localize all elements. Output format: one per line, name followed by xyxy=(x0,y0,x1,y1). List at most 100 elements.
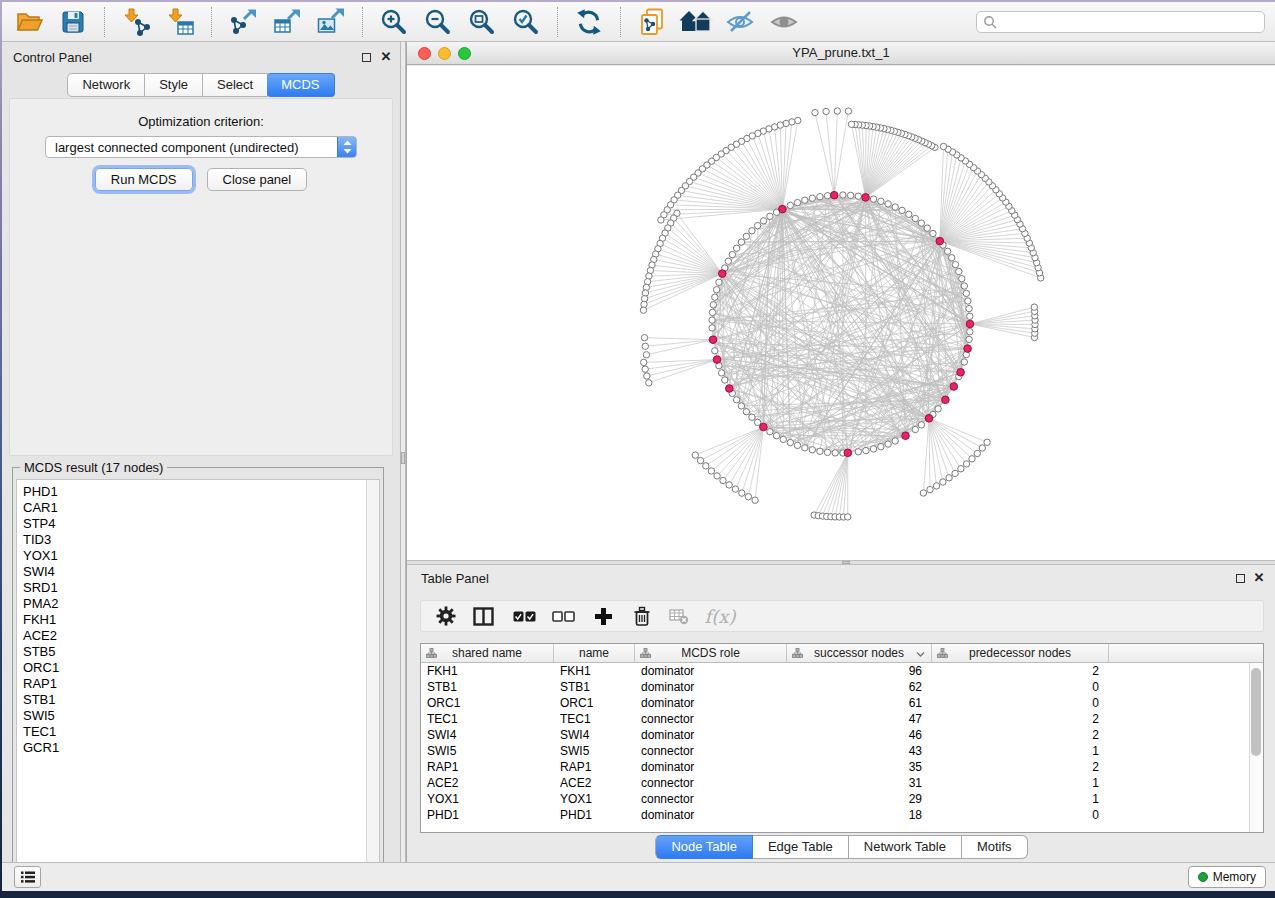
table-row[interactable]: ACE2ACE2connector311 xyxy=(421,775,1263,791)
table-scrollbar-thumb[interactable] xyxy=(1251,668,1261,756)
table-row[interactable]: SWI4SWI4dominator462 xyxy=(421,727,1263,743)
optimization-criterion-dropdown[interactable]: largest connected component (undirected) xyxy=(45,136,357,158)
deselect-all-button[interactable] xyxy=(543,602,583,630)
panel-layout-icon xyxy=(473,607,494,626)
import-table-icon xyxy=(165,7,195,37)
delete-table-button[interactable] xyxy=(661,602,697,630)
panel-layout-button[interactable] xyxy=(461,602,505,630)
tab-network-table[interactable]: Network Table xyxy=(849,835,962,859)
tab-edge-table[interactable]: Edge Table xyxy=(753,835,849,859)
mcds-result-item[interactable]: STB5 xyxy=(23,644,379,660)
save-session-button[interactable] xyxy=(56,5,90,39)
network-title: YPA_prune.txt_1 xyxy=(792,45,889,60)
open-file-button[interactable] xyxy=(12,5,46,39)
table-row[interactable]: STB1STB1dominator620 xyxy=(421,679,1263,695)
refresh-button[interactable] xyxy=(572,5,606,39)
mcds-result-item[interactable]: TID3 xyxy=(23,532,379,548)
mcds-result-item[interactable]: PHD1 xyxy=(23,484,379,500)
import-network-button[interactable] xyxy=(119,5,153,39)
zoom-selected-button[interactable] xyxy=(509,5,543,39)
delete-column-button[interactable] xyxy=(623,602,661,630)
table-panel-float-button[interactable] xyxy=(1234,572,1246,584)
column-header-MCDS-role[interactable]: MCDS role xyxy=(635,644,787,662)
table-header: shared namenameMCDS rolesuccessor nodesp… xyxy=(421,644,1263,663)
mcds-result-item[interactable]: CAR1 xyxy=(23,500,379,516)
float-panel-button[interactable] xyxy=(360,51,372,63)
mcds-result-item[interactable]: ORC1 xyxy=(23,660,379,676)
table-row[interactable]: PHD1PHD1dominator180 xyxy=(421,807,1263,823)
add-column-button[interactable] xyxy=(583,602,623,630)
tab-mcds[interactable]: MCDS xyxy=(267,73,334,97)
tab-motifs[interactable]: Motifs xyxy=(962,835,1028,859)
zoom-in-button[interactable] xyxy=(377,5,411,39)
network-window-titlebar[interactable]: YPA_prune.txt_1 xyxy=(407,42,1275,65)
zoom-in-icon xyxy=(379,7,409,37)
zoom-fit-button[interactable] xyxy=(465,5,499,39)
network-canvas[interactable] xyxy=(407,66,1275,560)
hide-selected-button[interactable] xyxy=(723,5,757,39)
column-header-successor-nodes[interactable]: successor nodes xyxy=(787,644,932,662)
export-table-button[interactable] xyxy=(270,5,304,39)
close-window-icon[interactable] xyxy=(418,47,431,60)
mcds-list-scrollbar[interactable] xyxy=(366,480,379,875)
tree-icon xyxy=(792,648,803,658)
select-all-button[interactable] xyxy=(505,602,543,630)
mcds-result-item[interactable]: STP4 xyxy=(23,516,379,532)
table-row[interactable]: TEC1TEC1connector472 xyxy=(421,711,1263,727)
first-neighbors-button[interactable] xyxy=(679,5,713,39)
run-mcds-button[interactable]: Run MCDS xyxy=(95,168,193,191)
mcds-result-item[interactable]: YOX1 xyxy=(23,548,379,564)
task-history-button[interactable] xyxy=(14,866,41,888)
memory-button[interactable]: Memory xyxy=(1188,866,1266,888)
close-panel-button-mcds[interactable]: Close panel xyxy=(207,168,308,191)
mcds-result-item[interactable]: SWI4 xyxy=(23,564,379,580)
tab-select[interactable]: Select xyxy=(203,73,268,97)
table-row[interactable]: FKH1FKH1dominator962 xyxy=(421,663,1263,679)
minimize-window-icon[interactable] xyxy=(438,47,451,60)
search-box[interactable] xyxy=(976,11,1265,33)
table-row[interactable]: YOX1YOX1connector291 xyxy=(421,791,1263,807)
mcds-result-item[interactable]: SRD1 xyxy=(23,580,379,596)
splitter-handle[interactable] xyxy=(401,452,405,464)
mcds-result-item[interactable]: RAP1 xyxy=(23,676,379,692)
tab-node-table[interactable]: Node Table xyxy=(655,835,753,859)
close-panel-button[interactable]: ✕ xyxy=(380,51,392,63)
zoom-out-icon xyxy=(423,7,453,37)
show-all-button[interactable] xyxy=(767,5,801,39)
dropdown-stepper-icon[interactable] xyxy=(337,136,357,158)
mcds-result-item[interactable]: FKH1 xyxy=(23,612,379,628)
trash-icon xyxy=(632,606,652,627)
mcds-result-item[interactable]: PMA2 xyxy=(23,596,379,612)
tab-style[interactable]: Style xyxy=(145,73,203,97)
function-builder-button[interactable]: f(x) xyxy=(697,602,743,630)
tab-network[interactable]: Network xyxy=(67,73,145,97)
zoom-out-button[interactable] xyxy=(421,5,455,39)
clone-network-icon xyxy=(637,7,667,37)
column-settings-button[interactable] xyxy=(431,602,461,630)
horizontal-splitter-handle[interactable] xyxy=(842,561,850,564)
table-panel-close-button[interactable]: ✕ xyxy=(1253,572,1265,584)
table-row[interactable]: SWI5SWI5connector431 xyxy=(421,743,1263,759)
import-table-button[interactable] xyxy=(163,5,197,39)
export-image-button[interactable] xyxy=(314,5,348,39)
mcds-result-item[interactable]: GCR1 xyxy=(23,740,379,756)
column-header-predecessor-nodes[interactable]: predecessor nodes xyxy=(932,644,1109,662)
column-header-name[interactable]: name xyxy=(554,644,635,662)
mcds-result-item[interactable]: SWI5 xyxy=(23,708,379,724)
table-panel: Table Panel ✕ f(x) shared namenameMCDS r… xyxy=(407,565,1275,862)
mcds-result-list[interactable]: PHD1CAR1STP4TID3YOX1SWI4SRD1PMA2FKH1ACE2… xyxy=(16,479,380,876)
clone-network-button[interactable] xyxy=(635,5,669,39)
search-input[interactable] xyxy=(1001,15,1258,29)
mcds-result-item[interactable]: STB1 xyxy=(23,692,379,708)
table-scrollbar[interactable] xyxy=(1249,663,1263,832)
column-header-shared-name[interactable]: shared name xyxy=(421,644,554,662)
export-network-button[interactable] xyxy=(226,5,260,39)
mcds-result-item[interactable]: TEC1 xyxy=(23,724,379,740)
import-network-icon xyxy=(121,7,151,37)
table-row[interactable]: ORC1ORC1dominator610 xyxy=(421,695,1263,711)
table-row[interactable]: RAP1RAP1dominator352 xyxy=(421,759,1263,775)
maximize-window-icon[interactable] xyxy=(458,47,471,60)
mcds-result-item[interactable]: ACE2 xyxy=(23,628,379,644)
eye-icon xyxy=(768,7,800,37)
memory-label: Memory xyxy=(1213,870,1256,884)
